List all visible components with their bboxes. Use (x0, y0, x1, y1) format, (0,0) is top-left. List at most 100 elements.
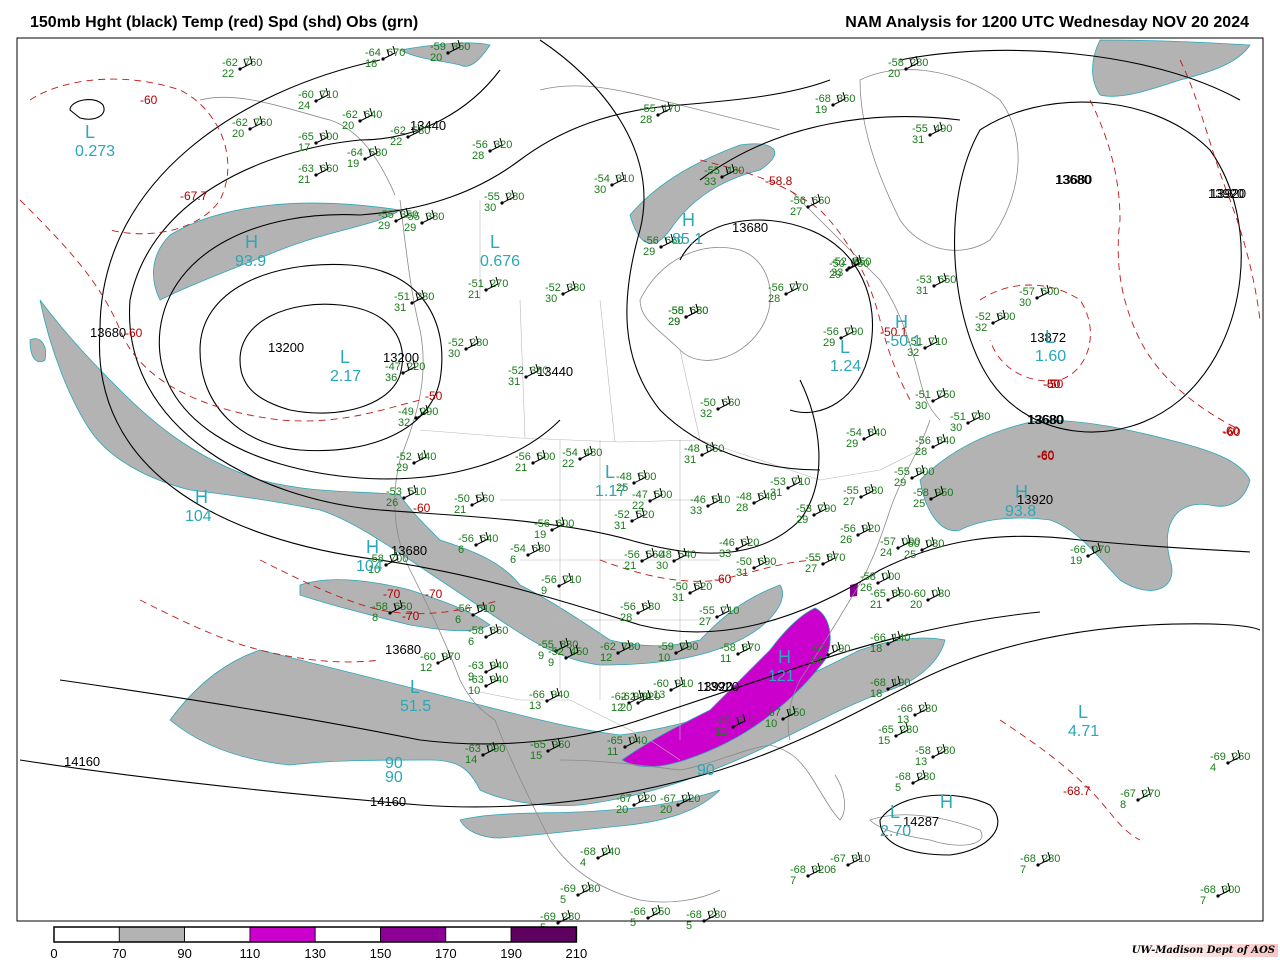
obs-height: 600 (1041, 286, 1059, 298)
station-obs: -5619600 (534, 516, 574, 541)
temp-contour-1 (29, 78, 229, 235)
obs-dewpoint-depression: 6 (455, 614, 461, 626)
obs-height: 360 (837, 93, 855, 105)
obs-height: 940 (551, 689, 569, 701)
station-obs: -5232600 (975, 309, 1015, 334)
obs-height: 310 (852, 853, 870, 865)
station-obs: -6020030 (910, 586, 950, 611)
station-obs: -5131230 (394, 289, 434, 314)
colorbar-tick-label: 190 (500, 946, 522, 960)
station-obs: -5530280 (484, 189, 524, 214)
greenland (859, 69, 1019, 251)
obs-dewpoint-depression: 9 (548, 657, 554, 669)
obs-height: 710 (320, 89, 338, 101)
obs-dewpoint-depression: 9 (468, 671, 474, 683)
obs-height: 530 (412, 125, 430, 137)
station-obs: -695280 (560, 881, 600, 906)
center-letter: H (245, 232, 258, 252)
obs-dewpoint-depression: 27 (790, 206, 802, 218)
station-obs: -5626920 (840, 521, 880, 546)
center-value: 93.8 (1005, 503, 1036, 520)
station-obs: -685280 (895, 769, 935, 794)
temperature-label: -68.7 (1063, 784, 1091, 798)
station-obs: -6321660 (298, 161, 338, 186)
obs-dewpoint-depression: 30 (545, 293, 557, 305)
obs-dewpoint-depression: 33 (719, 548, 731, 560)
station-obs: -6220640 (342, 107, 382, 132)
obs-height: 380 (567, 282, 585, 294)
obs-dewpoint-depression: 10 (765, 718, 777, 730)
height-label: 14160 (64, 754, 100, 769)
obs-height: 790 (680, 641, 698, 653)
obs-dewpoint-depression: 20 (342, 120, 354, 132)
center-letter: H (1015, 482, 1028, 502)
center-letter: L (410, 677, 420, 697)
station-obs: -5031690 (736, 554, 776, 579)
station-obs: -5628840 (915, 433, 955, 458)
obs-height: 280 (1042, 853, 1060, 865)
obs-dewpoint-depression: 7 (790, 875, 796, 887)
obs-height: 280 (470, 337, 488, 349)
jet-band-gulf (169, 637, 946, 806)
obs-height: 250 (652, 906, 670, 918)
obs-height: 560 (706, 443, 724, 455)
center-value: 1.17 (595, 483, 626, 500)
obs-dewpoint-depression: 28 (472, 150, 484, 162)
obs-height: 840 (868, 427, 886, 439)
obs-dewpoint-depression: 8 (1120, 799, 1126, 811)
station-obs: -5531490 (912, 121, 952, 146)
height-label: 13920 (1210, 186, 1246, 201)
station-obs: -5430310 (594, 171, 634, 196)
obs-dewpoint-depression: 22 (390, 136, 402, 148)
obs-height: 850 (892, 588, 910, 600)
obs-height: 750 (851, 258, 869, 270)
obs-dewpoint-depression: 27 (843, 496, 855, 508)
obs-height: 660 (320, 163, 338, 175)
station-obs: -678270 (1120, 786, 1160, 811)
obs-dewpoint-depression: 7 (1020, 864, 1026, 876)
obs-height: 510 (712, 494, 730, 506)
obs-dewpoint-depression: 19 (347, 158, 359, 170)
obs-dewpoint-depression: 29 (668, 316, 680, 328)
obs-height: 170 (662, 103, 680, 115)
station-obs: -687320 (790, 862, 830, 887)
center-value: 104 (185, 508, 212, 525)
center-value: 2.70 (880, 823, 911, 840)
station-obs: -6521850 (870, 586, 910, 611)
obs-dewpoint-depression: 15 (878, 735, 890, 747)
obs-height: 680 (642, 601, 660, 613)
center-value: 4.71 (1068, 723, 1099, 740)
obs-dewpoint-depression: 29 (846, 438, 858, 450)
obs-dewpoint-depression: 20 (232, 128, 244, 140)
speed-colorbar: 0 70 90 110 130 150 170 190 210 (50, 926, 587, 960)
obs-dewpoint-depression: 29 (796, 514, 808, 526)
obs-dewpoint-depression: 30 (915, 400, 927, 412)
obs-dewpoint-depression: 33 (704, 176, 716, 188)
obs-dewpoint-depression: 21 (870, 599, 882, 611)
height-label: 13680 (732, 220, 768, 235)
temperature-label: -67.7 (180, 189, 208, 203)
temperature-label: -70 (425, 587, 443, 601)
obs-height: 660 (722, 397, 740, 409)
obs-height: 280 (582, 883, 600, 895)
credit-label: UW-Madison Dept of AOS (1128, 944, 1278, 957)
station-obs: -5811870 (720, 640, 760, 665)
obs-height: 040 (629, 735, 647, 747)
obs-dewpoint-depression: 31 (614, 520, 626, 532)
arctic-islands (539, 85, 781, 131)
center-letter: L (340, 347, 350, 367)
station-obs: -6222760 (222, 55, 262, 80)
obs-height: 640 (480, 533, 498, 545)
obs-dewpoint-depression: 21 (515, 462, 527, 474)
obs-height: 680 (690, 305, 708, 317)
obs-dewpoint-depression: 28 (915, 446, 927, 458)
station-obs: -5528170 (640, 101, 680, 126)
obs-height: 910 (675, 678, 693, 690)
obs-dewpoint-depression: 27 (805, 563, 817, 575)
obs-dewpoint-depression: 10 (658, 652, 670, 664)
station-obs: -5130730 (950, 409, 990, 434)
jet-band-northeast (1092, 39, 1251, 97)
temperature-label: -60 (413, 501, 431, 515)
center-letter: L (85, 122, 95, 142)
obs-dewpoint-depression: 31 (672, 592, 684, 604)
